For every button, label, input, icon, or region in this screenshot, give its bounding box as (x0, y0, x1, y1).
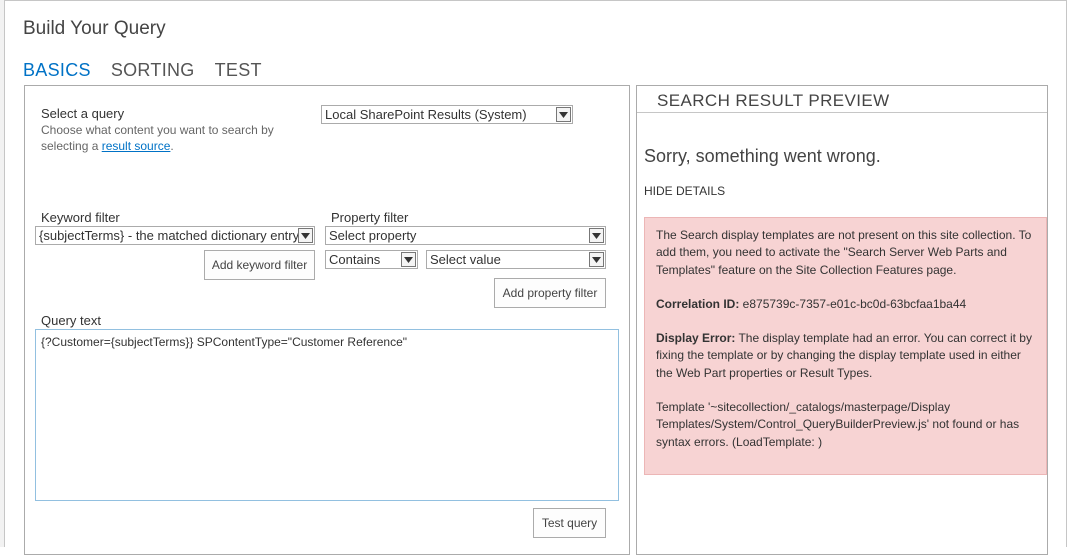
keyword-filter-label: Keyword filter (41, 210, 120, 225)
error-heading: Sorry, something went wrong. (644, 146, 881, 166)
error-message: The Search display templates are not pre… (656, 228, 1032, 277)
build-query-dialog: Build Your Query BASICS SORTING TEST Sel… (4, 0, 1067, 555)
query-text-label: Query text (41, 313, 101, 328)
search-result-preview-panel: SEARCH RESULT PREVIEW Sorry, something w… (636, 85, 1048, 555)
value-select[interactable]: Select value (426, 250, 606, 269)
preview-divider (637, 112, 1047, 113)
basics-panel: Select a query Choose what content you w… (24, 85, 630, 555)
chevron-down-icon (298, 228, 313, 243)
keyword-filter-select[interactable]: {subjectTerms} - the matched dictionary … (35, 226, 315, 245)
tab-sorting[interactable]: SORTING (111, 60, 195, 81)
select-query-hint: Choose what content you want to search b… (41, 123, 274, 153)
add-property-filter-button[interactable]: Add property filter (494, 278, 606, 308)
display-error: Display Error: The display template had … (656, 331, 1032, 380)
query-text-input[interactable]: {?Customer={subjectTerms}} SPContentType… (35, 329, 619, 501)
tab-test[interactable]: TEST (215, 60, 262, 81)
property-select[interactable]: Select property (325, 226, 606, 245)
operator-select[interactable]: Contains (325, 250, 418, 269)
tab-bar: BASICS SORTING TEST (23, 60, 282, 81)
add-keyword-filter-button[interactable]: Add keyword filter (204, 250, 315, 280)
select-query-label: Select a query (41, 106, 125, 121)
preview-title: SEARCH RESULT PREVIEW (657, 91, 890, 110)
tab-basics[interactable]: BASICS (23, 60, 91, 81)
error-details-box: The Search display templates are not pre… (644, 217, 1047, 475)
property-filter-label: Property filter (331, 210, 409, 225)
template-error-message: Template '~sitecollection/_catalogs/mast… (656, 400, 1020, 449)
chevron-down-icon (589, 228, 604, 243)
dialog-title: Build Your Query (23, 18, 166, 39)
test-query-button[interactable]: Test query (533, 508, 606, 538)
chevron-down-icon (556, 107, 571, 122)
chevron-down-icon (589, 252, 604, 267)
correlation-id: Correlation ID: e875739c-7357-e01c-bc0d-… (656, 296, 967, 311)
hide-details-link[interactable]: HIDE DETAILS (644, 184, 725, 198)
chevron-down-icon (401, 252, 416, 267)
query-source-select[interactable]: Local SharePoint Results (System) (321, 105, 573, 124)
result-source-link[interactable]: result source (102, 139, 171, 153)
